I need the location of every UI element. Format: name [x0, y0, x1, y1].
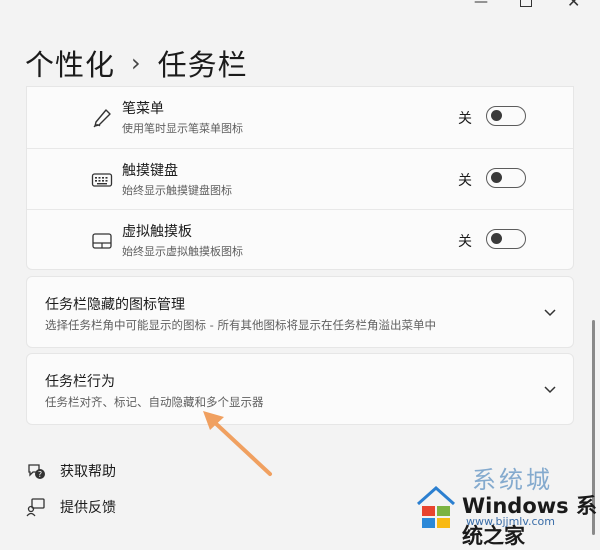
- setting-title: 笔菜单: [122, 101, 164, 117]
- toggle-state-label: 关: [458, 234, 472, 250]
- help-icon: ?: [28, 464, 45, 479]
- page-title: 任务栏: [157, 48, 248, 82]
- give-feedback-label: 提供反馈: [60, 500, 116, 516]
- setting-desc: 始终显示触摸键盘图标: [122, 184, 232, 197]
- watermark-url: www.bjjmlv.com: [466, 515, 555, 528]
- breadcrumb: 个性化 › 任务栏: [25, 42, 248, 84]
- touchpad-icon: [92, 233, 112, 249]
- toggle-knob: [491, 172, 502, 183]
- give-feedback-link[interactable]: 提供反馈: [26, 497, 116, 517]
- toggle-knob: [491, 233, 502, 244]
- taskbar-corner-icons-group: 笔菜单 使用笔时显示笔菜单图标 关 触摸键盘 始终显示触摸键盘图标 关 虚拟触摸…: [26, 86, 574, 270]
- chevron-down-icon[interactable]: [543, 305, 557, 319]
- toggle-knob: [491, 110, 502, 121]
- setting-row-touch-keyboard: 触摸键盘 始终显示触摸键盘图标 关: [27, 148, 573, 210]
- pen-icon: [93, 109, 111, 128]
- breadcrumb-parent[interactable]: 个性化: [25, 42, 115, 84]
- keyboard-icon: [91, 173, 113, 187]
- toggle-state-label: 关: [458, 173, 472, 189]
- section-title: 任务栏行为: [45, 374, 115, 390]
- maximize-icon[interactable]: [520, 0, 532, 7]
- setting-title: 虚拟触摸板: [122, 224, 192, 240]
- minimize-icon[interactable]: —: [474, 0, 488, 10]
- taskbar-behaviors-expander[interactable]: 任务栏行为 任务栏对齐、标记、自动隐藏和多个显示器: [26, 353, 574, 425]
- section-desc: 选择任务栏角中可能显示的图标 - 所有其他图标将显示在任务栏角溢出菜单中: [45, 318, 436, 332]
- toggle-state-label: 关: [458, 111, 472, 127]
- setting-desc: 始终显示虚拟触摸板图标: [122, 245, 243, 258]
- pen-menu-toggle[interactable]: [486, 106, 526, 126]
- taskbar-overflow-expander[interactable]: 任务栏隐藏的图标管理 选择任务栏角中可能显示的图标 - 所有其他图标将显示在任务…: [26, 276, 574, 348]
- get-help-label: 获取帮助: [60, 464, 116, 480]
- section-title: 任务栏隐藏的图标管理: [45, 297, 185, 313]
- setting-title: 触摸键盘: [122, 163, 178, 179]
- get-help-link[interactable]: ? 获取帮助: [26, 461, 116, 481]
- breadcrumb-separator: ›: [131, 49, 142, 77]
- chevron-down-icon[interactable]: [543, 382, 557, 396]
- setting-desc: 使用笔时显示笔菜单图标: [122, 122, 243, 135]
- watermark: 系统城 Windows 系统之家 www.bjjmlv.com: [410, 460, 600, 548]
- virtual-touchpad-toggle[interactable]: [486, 229, 526, 249]
- feedback-icon: [26, 498, 45, 517]
- svg-text:?: ?: [38, 470, 42, 479]
- section-desc: 任务栏对齐、标记、自动隐藏和多个显示器: [45, 395, 264, 409]
- setting-row-virtual-touchpad: 虚拟触摸板 始终显示虚拟触摸板图标 关: [27, 209, 573, 271]
- close-icon[interactable]: ✕: [567, 0, 580, 11]
- touch-keyboard-toggle[interactable]: [486, 168, 526, 188]
- setting-row-pen-menu: 笔菜单 使用笔时显示笔菜单图标 关: [27, 87, 573, 148]
- windows-logo-icon: [417, 485, 455, 528]
